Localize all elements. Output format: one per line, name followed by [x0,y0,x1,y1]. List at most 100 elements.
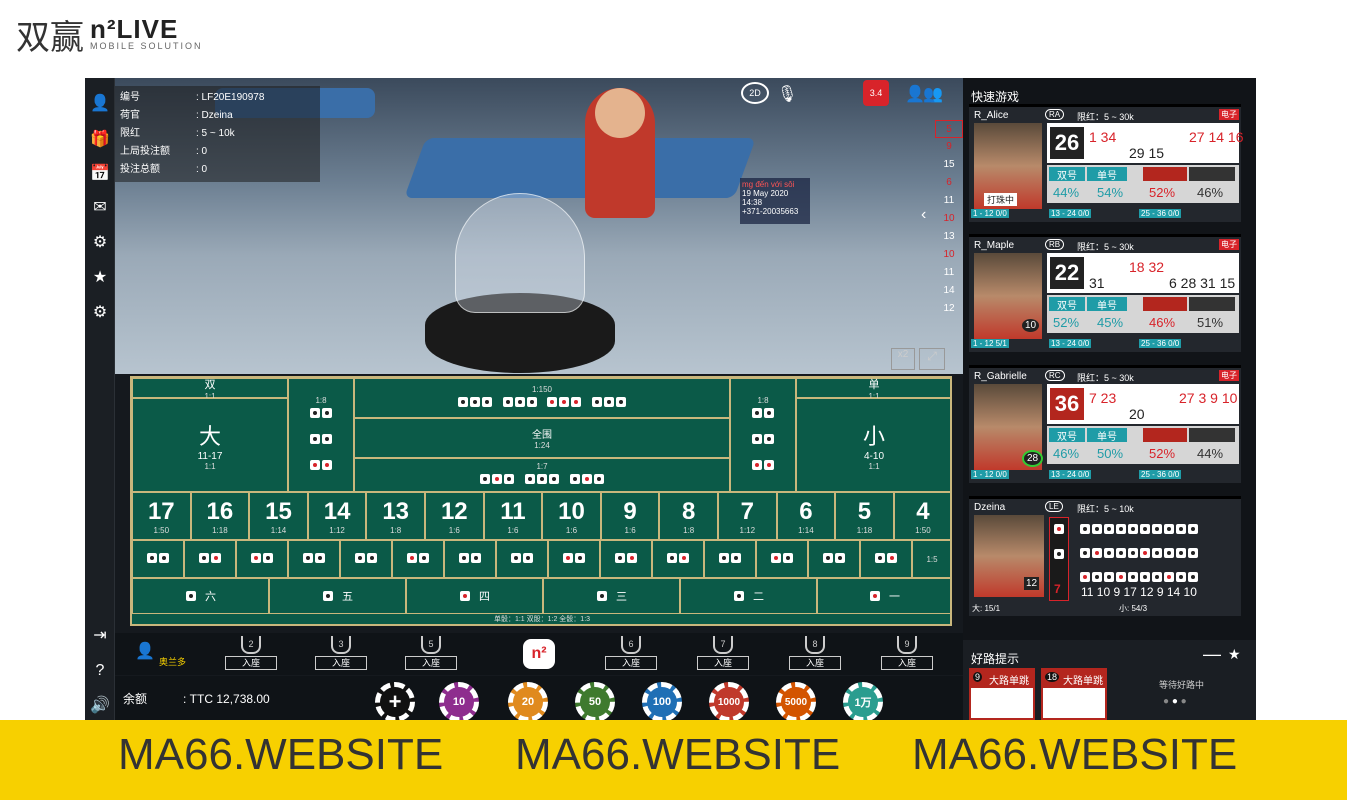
bet-total[interactable]: 11 1:6 [483,492,543,540]
chip-10[interactable]: 10 [439,682,479,720]
bet-combo[interactable] [704,540,756,578]
pager-dots[interactable]: ● ● ● [1163,696,1187,707]
single-user-icon[interactable]: 👤 [905,84,925,104]
dice-dome [455,193,585,313]
bet-single-six[interactable]: 六 [132,578,269,614]
bet-combo[interactable] [756,540,808,578]
bet-total[interactable]: 12 1:6 [425,492,484,540]
seat-5[interactable]: 5 入座 [405,636,457,670]
bet-combo[interactable] [652,540,704,578]
totals-row: 17 1:50 16 1:18 15 1:14 14 1:12 13 1:8 12 1:6 … [132,492,952,540]
zoom-x2-button[interactable]: x2 [891,348,915,370]
help-icon[interactable]: ? [90,661,110,681]
settings-cog-icon[interactable]: ⚙ [90,233,110,253]
seat-9[interactable]: 9 入座 [881,636,933,670]
last-roll: 7 [1049,517,1069,601]
hint-card-a[interactable]: 9 大路单跳 [969,668,1035,720]
chip-5000[interactable]: 5000 [776,682,816,720]
dice-history-grid [1079,521,1229,582]
bet-pairs-left[interactable]: 1:8 [288,378,354,492]
user-icon[interactable]: 👤 [90,94,110,114]
table-info-panel: 编号: LF20E190978 荷官: Dzeina 限红: 5 ~ 10k 上… [115,86,320,182]
bet-single[interactable]: 单 1:1 [796,378,952,401]
combo-odds: 1:5 [912,540,952,578]
bet-total[interactable]: 14 1:12 [307,492,367,540]
bet-combo[interactable] [236,540,288,578]
n2-logo-icon: n² [523,639,555,669]
bet-combo[interactable] [340,540,392,578]
heart-badge[interactable]: 3.4 [863,80,889,106]
bet-total[interactable]: 13 1:8 [366,492,425,540]
chip-20[interactable]: 20 [508,682,548,720]
bet-double[interactable]: 双 1:1 [132,378,288,401]
add-chip-button[interactable]: + [375,682,415,720]
bet-total[interactable]: 6 1:14 [776,492,836,540]
quick-games-title: 快速游戏 [971,90,1020,104]
dealer-photo: 打珠中 [974,123,1042,209]
bet-combo[interactable] [860,540,912,578]
bet-small[interactable]: 小 4-10 1:1 [796,398,952,492]
seat-6[interactable]: 6 入座 [605,636,657,670]
gear-icon[interactable]: ⚙ [90,303,110,323]
bet-total[interactable]: 10 1:6 [542,492,601,540]
seat-bar: 👤 奥兰多 2 入座 3 入座 5 入座 n² 6 入座 7 入座 8 入座 9 入座 [115,633,963,675]
chip-100[interactable]: 100 [642,682,682,720]
board-footer: 单骰：1:1 双骰：1:2 全骰：1:3 [493,616,591,623]
gift-icon[interactable]: 🎁 [90,130,110,150]
table-card-dzeina[interactable]: Dzeina LE 限红：5 ~ 10k 12 7 11 10 9 17 12 9 … [969,496,1241,616]
bet-combo[interactable] [392,540,444,578]
mic-icon[interactable]: 🎙 [777,84,797,104]
chip-1000[interactable]: 1000 [709,682,749,720]
bet-single-five[interactable]: 五 [269,578,406,614]
bet-triple-combos[interactable]: 1:7 [354,458,730,492]
bet-total[interactable]: 15 1:14 [249,492,308,540]
bet-combo[interactable] [808,540,860,578]
bet-combo[interactable] [496,540,548,578]
bet-combo[interactable] [184,540,236,578]
table-card-alice[interactable]: R_Alice RA 限红：5 ~ 30k 电子 打珠中 26 1 34 29 15 2… [969,104,1244,222]
bet-total[interactable]: 17 1:50 [132,492,191,540]
sound-icon[interactable]: 🔊 [90,696,110,716]
bet-single-three[interactable]: 三 [543,578,680,614]
table-card-gabrielle[interactable]: R_Gabrielle RC 限红：5 ~ 30k 电子 28 36 7 23 20 27… [969,365,1241,483]
bet-single-two[interactable]: 二 [680,578,817,614]
seat-7[interactable]: 7 入座 [697,636,749,670]
bet-total[interactable]: 7 1:12 [718,492,777,540]
bet-pairs-right[interactable]: 1:8 [730,378,796,492]
bet-single-one[interactable]: 一 [817,578,952,614]
seat-2[interactable]: 2 入座 [225,636,277,670]
bet-combo[interactable] [132,540,184,578]
chip-50[interactable]: 50 [575,682,615,720]
calendar-icon[interactable]: 📅 [90,164,110,184]
hint-card-b[interactable]: 18 大路单跳 [1041,668,1107,720]
bet-total[interactable]: 5 1:18 [835,492,894,540]
quick-games-panel: 快速游戏 R_Alice RA 限红：5 ~ 30k 电子 打珠中 26 1 34 2… [963,78,1256,720]
star-icon[interactable]: ★ [90,268,110,288]
bet-specific-triples[interactable]: 1:150 [354,378,730,418]
bet-total[interactable]: 16 1:18 [190,492,250,540]
star-settings-icon[interactable]: ★ [1228,646,1241,663]
chevron-left-icon[interactable]: ‹ [921,206,926,224]
bet-combo[interactable] [288,540,340,578]
view-2d-button[interactable]: 2D [741,82,769,104]
exit-icon[interactable]: ⇥ [90,626,110,646]
bet-combo[interactable] [600,540,652,578]
group-users-icon[interactable]: 👥 [923,84,943,104]
chip-10k[interactable]: 1万 [843,682,883,720]
bet-total[interactable]: 4 1:50 [893,492,952,540]
bet-total[interactable]: 9 1:6 [600,492,660,540]
mail-icon[interactable]: ✉ [90,198,110,218]
bet-single-four[interactable]: 四 [406,578,543,614]
bet-combo[interactable] [444,540,496,578]
two-dice-combos-row: 1:5 [132,540,952,578]
seat-8[interactable]: 8 入座 [789,636,841,670]
bet-combo[interactable] [548,540,600,578]
bet-big[interactable]: 大 11-17 1:1 [132,398,288,492]
seat-3[interactable]: 3 入座 [315,636,367,670]
bet-any-triple[interactable]: 全围 1:24 [354,418,730,458]
fullscreen-button[interactable]: ⤢ [919,348,945,370]
single-dice-row: 六 五 四 三 二 一 [132,578,952,614]
bet-total[interactable]: 8 1:8 [659,492,718,540]
minimize-icon[interactable]: — [1203,644,1221,665]
table-card-maple[interactable]: R_Maple RB 限红：5 ~ 30k 电子 10 22 31 18 32 6 28 … [969,234,1241,352]
